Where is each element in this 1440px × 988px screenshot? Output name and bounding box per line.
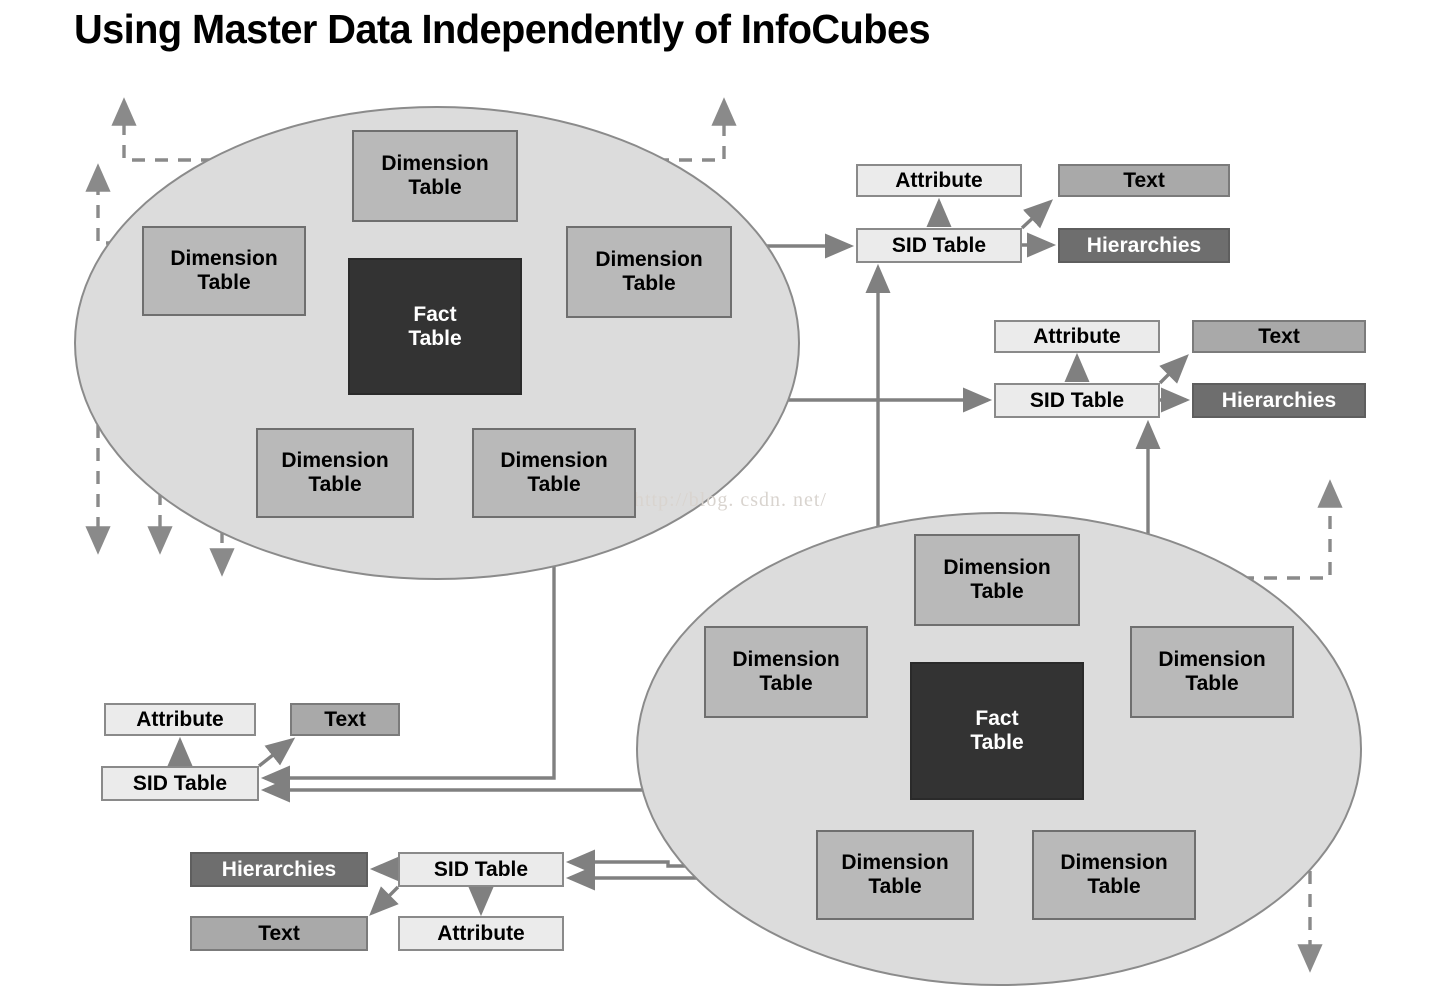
- top-fact-table-label: Fact Table: [408, 303, 461, 350]
- bottom-dimension-table-west-label: Dimension Table: [732, 648, 839, 695]
- watermark: http://blog. csdn. net/: [634, 489, 827, 511]
- master-data-2-attribute-label: Attribute: [1033, 324, 1121, 348]
- top-fact-table-line1: Fact: [413, 302, 457, 326]
- top-dimension-table-southeast-line1: Dimension: [500, 449, 608, 473]
- master-data-2-hierarchies[interactable]: Hierarchies: [1192, 383, 1366, 418]
- master-data-4-text-label: Text: [258, 921, 300, 945]
- master-data-2-sid-table[interactable]: SID Table: [994, 383, 1160, 418]
- page-title: Using Master Data Independently of InfoC…: [74, 6, 931, 52]
- master-data-3-sid-table[interactable]: SID Table: [101, 766, 259, 801]
- top-dimension-table-west-label: Dimension Table: [170, 247, 277, 294]
- master-data-4-hierarchies[interactable]: Hierarchies: [190, 852, 368, 887]
- master-data-4-attribute-label: Attribute: [437, 921, 525, 945]
- bottom-dimension-table-west-line2: Table: [759, 672, 813, 695]
- bottom-dimension-table-southeast-label: Dimension Table: [1060, 851, 1167, 898]
- bottom-fact-table-label: Fact Table: [970, 707, 1023, 754]
- master-data-4-sid-table-label: SID Table: [433, 857, 529, 881]
- top-dimension-table-west-line1: Dimension: [170, 247, 278, 271]
- master-data-1-text-label: Text: [1123, 168, 1165, 192]
- master-data-3-attribute-label: Attribute: [136, 707, 224, 731]
- bottom-dimension-table-east-label: Dimension Table: [1158, 648, 1265, 695]
- master-data-4-text[interactable]: Text: [190, 916, 368, 951]
- master-data-3-text[interactable]: Text: [290, 703, 400, 736]
- bottom-dimension-table-southeast-line2: Table: [1087, 875, 1141, 898]
- master-data-2-hierarchies-label: Hierarchies: [1221, 388, 1337, 412]
- top-fact-table-line2: Table: [408, 326, 462, 350]
- bottom-dimension-table-southwest-line1: Dimension: [841, 851, 949, 875]
- bottom-dimension-table-east-line1: Dimension: [1158, 648, 1266, 672]
- bottom-dimension-table-southeast-line1: Dimension: [1060, 851, 1168, 875]
- master-data-1-sid-table-label: SID Table: [891, 233, 987, 257]
- bottom-dimension-table-southwest-line2: Table: [868, 875, 922, 898]
- bottom-fact-table[interactable]: Fact Table: [910, 662, 1084, 800]
- master-data-3-sid-table-label: SID Table: [132, 771, 228, 795]
- top-dimension-table-east-label: Dimension Table: [595, 248, 702, 295]
- bottom-dimension-table-west[interactable]: Dimension Table: [704, 626, 868, 718]
- master-data-1-sid-table[interactable]: SID Table: [856, 228, 1022, 263]
- bottom-dimension-table-east[interactable]: Dimension Table: [1130, 626, 1294, 718]
- top-dimension-table-southeast-label: Dimension Table: [500, 449, 607, 496]
- top-dimension-table-southwest-label: Dimension Table: [281, 449, 388, 496]
- master-data-2-sid-table-label: SID Table: [1029, 388, 1125, 412]
- master-data-4-hierarchies-label: Hierarchies: [221, 857, 337, 881]
- top-dimension-table-north-line2: Table: [408, 176, 462, 199]
- bottom-dimension-table-north[interactable]: Dimension Table: [914, 534, 1080, 626]
- master-data-1-text[interactable]: Text: [1058, 164, 1230, 197]
- bottom-dimension-table-southwest[interactable]: Dimension Table: [816, 830, 974, 920]
- master-data-4-sid-table[interactable]: SID Table: [398, 852, 564, 887]
- master-data-2-text[interactable]: Text: [1192, 320, 1366, 353]
- top-dimension-table-southeast[interactable]: Dimension Table: [472, 428, 636, 518]
- top-dimension-table-east[interactable]: Dimension Table: [566, 226, 732, 318]
- top-dimension-table-southwest[interactable]: Dimension Table: [256, 428, 414, 518]
- top-dimension-table-east-line1: Dimension: [595, 248, 703, 272]
- master-data-1-hierarchies[interactable]: Hierarchies: [1058, 228, 1230, 263]
- top-dimension-table-north-line1: Dimension: [381, 152, 489, 176]
- master-data-1-attribute-label: Attribute: [895, 168, 983, 192]
- master-data-1-attribute[interactable]: Attribute: [856, 164, 1022, 197]
- bottom-dimension-table-west-line1: Dimension: [732, 648, 840, 672]
- bottom-fact-table-line2: Table: [970, 731, 1024, 754]
- top-fact-table[interactable]: Fact Table: [348, 258, 522, 395]
- top-dimension-table-southeast-line2: Table: [527, 473, 581, 496]
- bottom-dimension-table-east-line2: Table: [1185, 672, 1239, 695]
- bottom-fact-table-line1: Fact: [975, 707, 1019, 731]
- top-dimension-table-west[interactable]: Dimension Table: [142, 226, 306, 316]
- bottom-dimension-table-north-line1: Dimension: [943, 556, 1051, 580]
- bottom-dimension-table-north-label: Dimension Table: [943, 556, 1050, 603]
- bottom-dimension-table-southwest-label: Dimension Table: [841, 851, 948, 898]
- bottom-dimension-table-north-line2: Table: [970, 580, 1024, 603]
- master-data-4-attribute[interactable]: Attribute: [398, 916, 564, 951]
- top-dimension-table-north-label: Dimension Table: [381, 152, 488, 199]
- top-dimension-table-west-line2: Table: [197, 271, 251, 294]
- top-dimension-table-north[interactable]: Dimension Table: [352, 130, 518, 222]
- master-data-3-text-label: Text: [324, 707, 366, 731]
- top-dimension-table-southwest-line2: Table: [308, 473, 362, 496]
- top-dimension-table-east-line2: Table: [622, 272, 676, 295]
- master-data-2-text-label: Text: [1258, 324, 1300, 348]
- master-data-3-attribute[interactable]: Attribute: [104, 703, 256, 736]
- bottom-dimension-table-southeast[interactable]: Dimension Table: [1032, 830, 1196, 920]
- master-data-2-attribute[interactable]: Attribute: [994, 320, 1160, 353]
- master-data-1-hierarchies-label: Hierarchies: [1086, 233, 1202, 257]
- diagram-canvas: Using Master Data Independently of InfoC…: [0, 0, 1440, 988]
- top-dimension-table-southwest-line1: Dimension: [281, 449, 389, 473]
